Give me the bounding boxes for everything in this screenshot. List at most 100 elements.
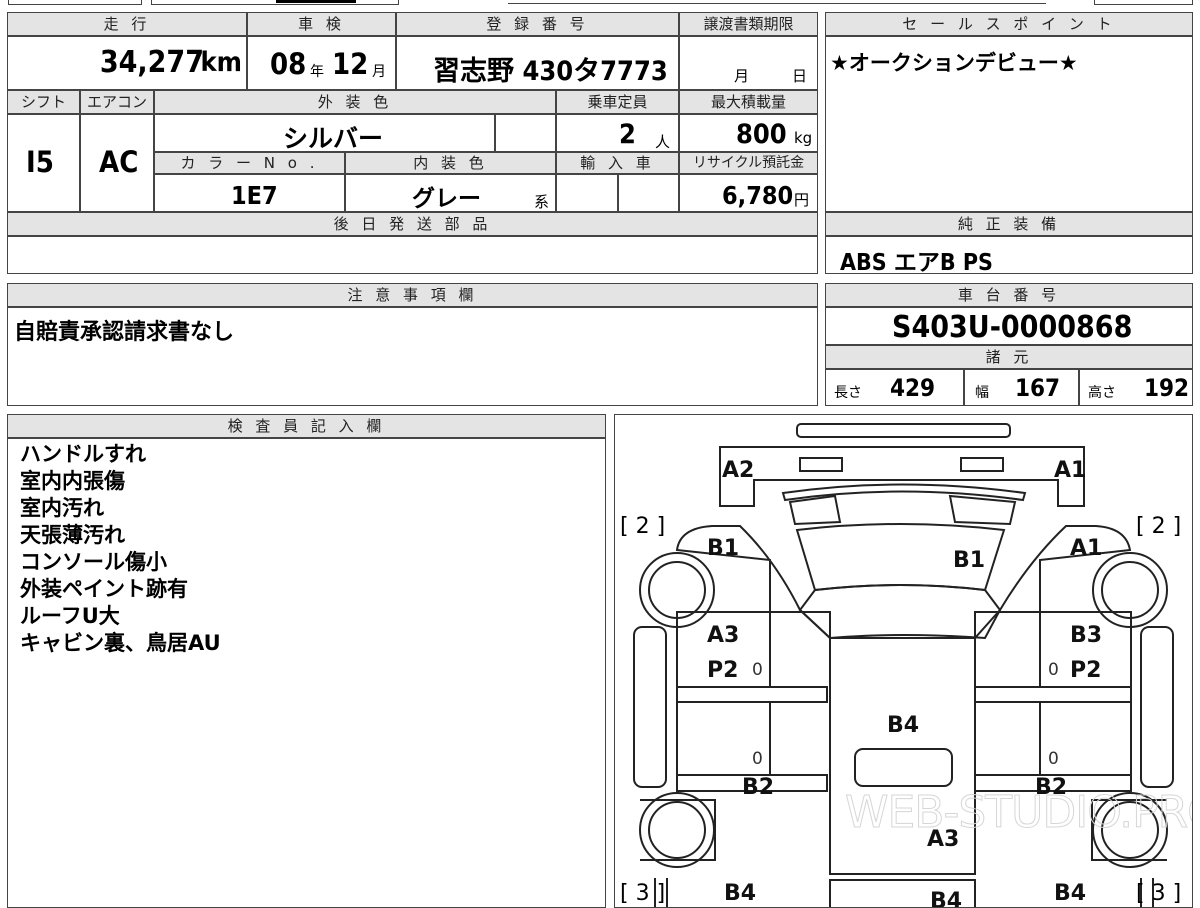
tire-front-left-label: [ 2 ] <box>620 514 665 539</box>
interior-color-cell: グレー 系 <box>345 174 556 212</box>
header-inspector: 検 査 員 記 入 欄 <box>7 414 606 438</box>
spec-length-value: 429 <box>890 374 936 402</box>
vehicle-diagram: [ 2 ] [ 2 ] [ 3 ] [ 3 ] A2 A1 B1 B1 A1 A… <box>620 423 1193 908</box>
inspector-note: 室内内張傷 <box>20 469 125 493</box>
inspector-note: ハンドルすれ <box>20 442 146 466</box>
exterior-color-value: シルバー <box>283 124 384 153</box>
recycle-unit: 円 <box>794 191 810 209</box>
header-sales-point: セ ー ル ス ポ イ ン ト <box>825 12 1193 36</box>
spec-width-value: 167 <box>1015 374 1061 402</box>
deadline-day-unit: 日 <box>792 67 808 85</box>
mark-a2: A2 <box>722 458 754 483</box>
header-chassis: 車 台 番 号 <box>825 283 1193 307</box>
inspection-month-unit: 月 <box>372 64 386 80</box>
inspection-year: 08 <box>270 47 307 81</box>
header-import: 輸 入 車 <box>556 152 679 174</box>
inspector-notes-cell: ハンドルすれ 室内内張傷 室内汚れ 天張薄汚れ コンソール傷小 外装ペイント跡有… <box>7 438 606 908</box>
inspector-note: コンソール傷小 <box>20 550 167 574</box>
shift-value: I5 <box>26 145 54 179</box>
transfer-deadline-cell: 月 日 <box>679 36 818 90</box>
header-later-parts: 後 日 発 送 部 品 <box>7 212 818 236</box>
inspection-month: 12 <box>332 47 369 81</box>
spec-height-label: 高さ <box>1088 385 1116 401</box>
header-capacity: 乗車定員 <box>556 90 679 114</box>
vehicle-diagram-panel: [ 2 ] [ 2 ] [ 3 ] [ 3 ] A2 A1 B1 B1 A1 A… <box>614 414 1193 908</box>
tire-rear-right-label: [ 3 ] <box>1136 881 1181 906</box>
top-cutoff-row <box>8 0 1193 8</box>
color-no-cell: 1E7 <box>154 174 345 212</box>
spec-length-cell: 長さ 429 <box>825 369 964 406</box>
shift-cell: I5 <box>7 114 80 212</box>
capacity-cell: 2 人 <box>556 114 679 152</box>
color-no-value: 1E7 <box>231 181 278 210</box>
mark-a1-top: A1 <box>1054 458 1086 483</box>
mark-zero: 0 <box>752 749 763 769</box>
max-load-cell: 800 kg <box>679 114 818 152</box>
header-aircon: エアコン <box>80 90 154 114</box>
equipment-value: ABS エアB PS <box>840 250 993 276</box>
mark-zero: 0 <box>1048 660 1059 680</box>
header-transfer-deadline: 譲渡書類期限 <box>679 12 818 36</box>
mark-b1-left: B1 <box>707 536 739 561</box>
equipment-cell: ABS エアB PS <box>825 236 1193 276</box>
later-parts-cell <box>7 236 818 274</box>
max-load-unit: kg <box>794 129 813 147</box>
inspector-note: 天張薄汚れ <box>20 523 125 547</box>
aircon-value: AC <box>99 145 139 179</box>
sales-point-text: ★オークションデビュー★ <box>830 51 1078 75</box>
mark-zero: 0 <box>1048 749 1059 769</box>
exterior-color-extra-cell <box>495 114 556 152</box>
spec-height-value: 192 <box>1144 374 1190 402</box>
mark-b2-left: B2 <box>742 775 774 800</box>
registration-cell: 習志野 430タ7773 <box>396 36 679 90</box>
exterior-color-cell: シルバー <box>154 114 495 153</box>
notes-text: 自賠責承認請求書なし <box>14 320 235 345</box>
chassis-cell: S403U-0000868 <box>825 307 1193 345</box>
header-specs: 諸 元 <box>825 345 1193 369</box>
header-mileage: 走 行 <box>7 12 247 36</box>
mark-p2-right: P2 <box>1070 658 1101 683</box>
spec-length-label: 長さ <box>834 385 862 401</box>
mark-b4-bottom-left: B4 <box>724 881 756 906</box>
import-cell-left <box>556 174 618 212</box>
header-notes: 注 意 事 項 欄 <box>7 283 818 307</box>
interior-color-suffix: 系 <box>534 193 550 211</box>
header-recycle: リサイクル預託金 <box>679 152 818 174</box>
inspector-note: 室内汚れ <box>20 496 104 520</box>
header-interior-color: 内 装 色 <box>345 152 556 174</box>
recycle-value: 6,780 <box>722 181 794 210</box>
max-load-value: 800 <box>736 119 787 150</box>
header-exterior-color: 外 装 色 <box>154 90 556 114</box>
spec-height-cell: 高さ 192 <box>1079 369 1193 406</box>
header-inspection: 車 検 <box>247 12 396 36</box>
header-max-load: 最大積載量 <box>679 90 818 114</box>
mark-b3-right: B3 <box>1070 623 1102 648</box>
mark-a3-left: A3 <box>707 623 739 648</box>
interior-color-value: グレー <box>412 186 481 212</box>
spec-width-cell: 幅 167 <box>964 369 1079 406</box>
mark-b4-bottom-center: B4 <box>930 889 962 908</box>
mark-zero: 0 <box>752 660 763 680</box>
header-registration: 登 録 番 号 <box>396 12 679 36</box>
mileage-unit: km <box>200 47 242 78</box>
aircon-cell: AC <box>80 114 154 212</box>
spec-width-label: 幅 <box>975 385 989 401</box>
notes-cell: 自賠責承認請求書なし <box>7 307 818 406</box>
mark-b4-center: B4 <box>887 713 919 738</box>
registration-value: 習志野 430タ7773 <box>433 56 668 87</box>
import-cell-right <box>618 174 679 212</box>
mileage-value: 34,277 <box>99 45 204 80</box>
header-shift: シフト <box>7 90 80 114</box>
tire-front-right-label: [ 2 ] <box>1136 514 1181 539</box>
inspection-year-unit: 年 <box>310 64 324 80</box>
watermark: WEB-STUDIO.PRO <box>845 787 1193 838</box>
mark-b1-center: B1 <box>953 548 985 573</box>
mark-b4-bottom-right: B4 <box>1054 881 1086 906</box>
inspector-note: キャビン裏、鳥居AU <box>20 631 221 655</box>
header-equipment: 純 正 装 備 <box>825 212 1193 236</box>
inspector-note: 外装ペイント跡有 <box>20 577 188 601</box>
header-color-no: カ ラ ー N o . <box>154 152 345 174</box>
chassis-value: S403U-0000868 <box>892 310 1133 345</box>
deadline-month-unit: 月 <box>734 67 750 85</box>
capacity-unit: 人 <box>655 133 671 151</box>
